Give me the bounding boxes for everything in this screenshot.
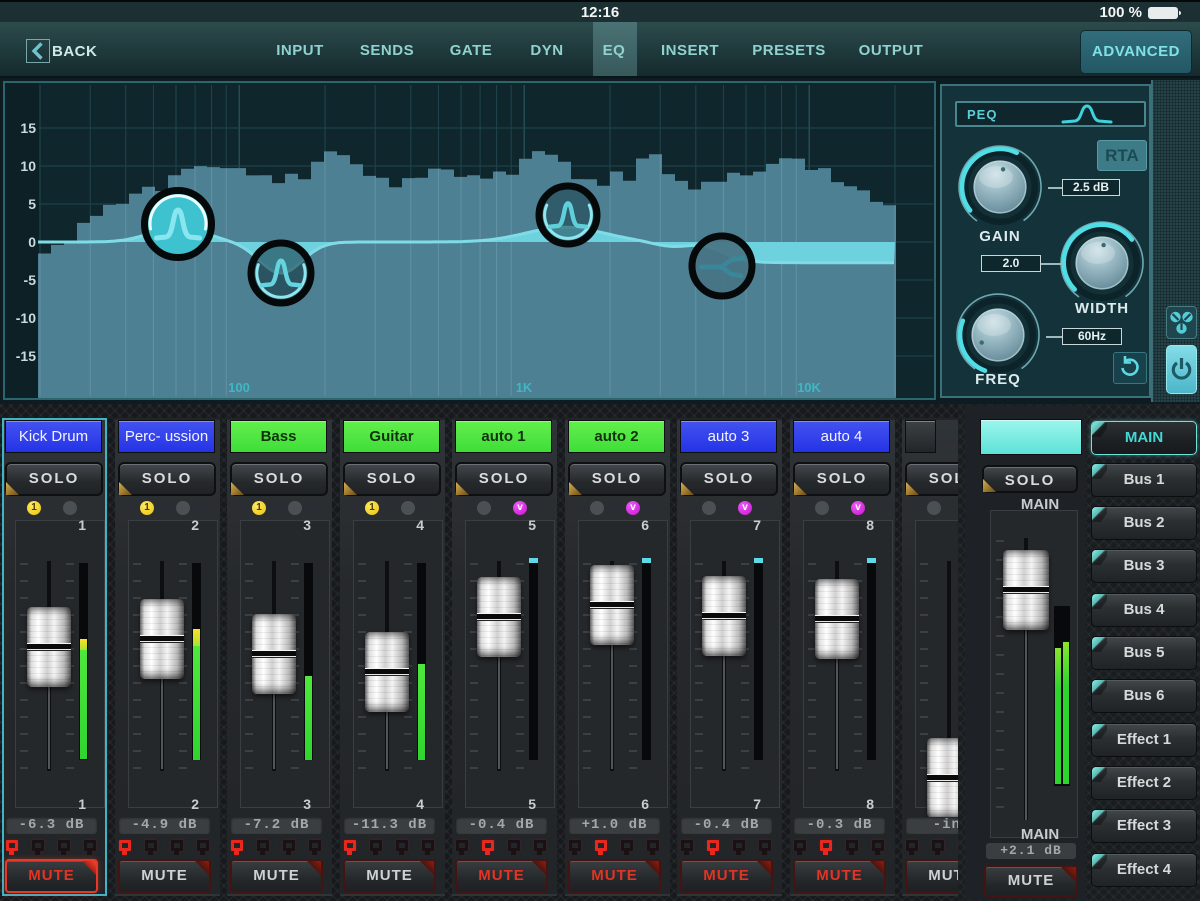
svg-text:100: 100: [228, 380, 250, 395]
svg-text:10: 10: [20, 158, 36, 174]
svg-text:-5: -5: [24, 272, 37, 288]
svg-text:10K: 10K: [797, 380, 821, 395]
svg-text:-15: -15: [16, 348, 36, 364]
svg-text:1K: 1K: [516, 380, 533, 395]
svg-text:-10: -10: [16, 310, 36, 326]
svg-text:5: 5: [28, 196, 36, 212]
svg-text:15: 15: [20, 120, 36, 136]
svg-text:0: 0: [28, 234, 36, 250]
